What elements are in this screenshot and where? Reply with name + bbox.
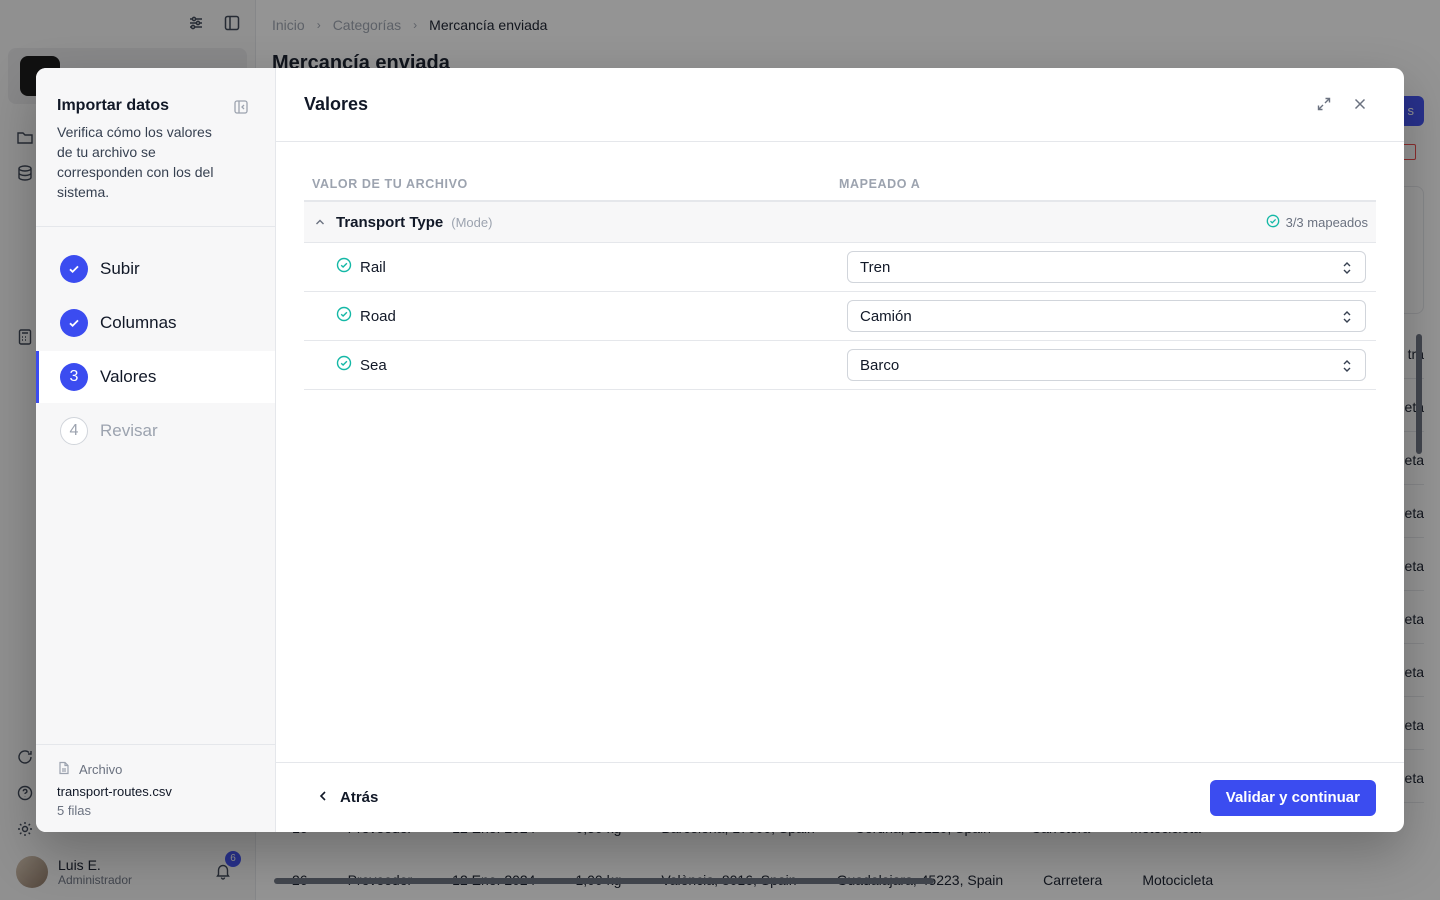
column-header-source: VALOR DE TU ARCHIVO xyxy=(312,177,468,191)
chevron-up-down-icon xyxy=(1341,260,1353,276)
source-value: Sea xyxy=(360,356,387,374)
step-number: 4 xyxy=(60,417,88,445)
import-stepper: Importar datos Verifica cómo los valores… xyxy=(36,68,276,832)
step-label: Subir xyxy=(100,259,140,278)
group-name: Transport Type xyxy=(336,213,444,231)
check-icon xyxy=(60,255,88,283)
table-header: VALOR DE TU ARCHIVO MAPEADO A xyxy=(304,168,1376,202)
step-upload[interactable]: Subir xyxy=(36,243,275,295)
import-modal: Importar datos Verifica cómo los valores… xyxy=(36,68,1404,832)
chevron-left-icon xyxy=(316,789,330,807)
source-value: Road xyxy=(360,307,396,325)
file-kind-label: Archivo xyxy=(79,762,123,777)
mapped-value-select[interactable]: Barco xyxy=(847,349,1366,381)
value-mapping-table: VALOR DE TU ARCHIVO MAPEADO A Transport … xyxy=(304,168,1376,390)
step-label: Columnas xyxy=(100,313,177,332)
step-label: Revisar xyxy=(100,421,158,440)
mapped-value-select[interactable]: Tren xyxy=(847,251,1366,283)
check-icon xyxy=(60,309,88,337)
check-circle-icon xyxy=(336,257,352,277)
back-button[interactable]: Atrás xyxy=(304,789,378,807)
step-columns[interactable]: Columnas xyxy=(36,297,275,349)
mapped-count-label: 3/3 mapeados xyxy=(1285,214,1368,230)
modal-title: Valores xyxy=(304,94,369,114)
step-number: 3 xyxy=(60,363,88,391)
select-value: Barco xyxy=(860,356,900,374)
validate-continue-button[interactable]: Validar y continuar xyxy=(1209,779,1376,816)
chevron-up-down-icon xyxy=(1341,309,1353,325)
mapped-value-select[interactable]: Camión xyxy=(847,300,1366,332)
back-button-label: Atrás xyxy=(340,789,379,806)
check-circle-icon xyxy=(1266,214,1280,231)
close-icon[interactable] xyxy=(1352,96,1368,112)
column-header-mapped: MAPEADO A xyxy=(839,177,921,191)
table-row: Rail Tren xyxy=(304,243,1376,292)
stepper-title: Importar datos xyxy=(57,97,170,114)
table-row: Road Camión xyxy=(304,292,1376,341)
expand-icon[interactable] xyxy=(1316,96,1332,112)
check-circle-icon xyxy=(336,355,352,375)
chevron-up-icon[interactable] xyxy=(312,214,328,230)
file-row-count: 5 filas xyxy=(57,803,91,818)
group-row-transport-type[interactable]: Transport Type (Mode) 3/3 mapeados xyxy=(304,202,1376,243)
step-review[interactable]: 4 Revisar xyxy=(36,405,275,457)
chevron-up-down-icon xyxy=(1341,358,1353,374)
check-circle-icon xyxy=(336,306,352,326)
file-icon xyxy=(57,761,71,778)
step-label: Valores xyxy=(100,367,157,386)
step-values[interactable]: 3 Valores xyxy=(36,351,275,403)
values-panel: Valores VALOR DE TU ARCHIVO MAPEADO A Tr… xyxy=(276,68,1404,832)
table-row: Sea Barco xyxy=(304,341,1376,390)
file-info: Archivo transport-routes.csv 5 filas xyxy=(36,744,275,832)
collapse-panel-icon[interactable] xyxy=(233,99,249,115)
modal-footer: Atrás Validar y continuar xyxy=(276,762,1404,832)
select-value: Tren xyxy=(860,258,891,276)
mapped-count: 3/3 mapeados xyxy=(1266,214,1368,231)
stepper-description: Verifica cómo los valores de tu archivo … xyxy=(57,124,214,200)
group-source-column: (Mode) xyxy=(451,214,493,230)
source-value: Rail xyxy=(360,258,386,276)
select-value: Camión xyxy=(860,307,912,325)
file-name: transport-routes.csv xyxy=(57,784,172,799)
